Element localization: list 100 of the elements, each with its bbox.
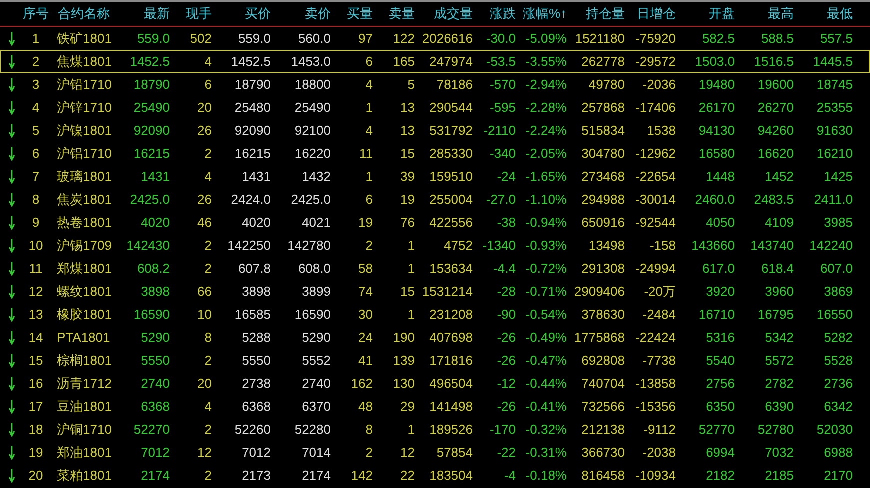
table-cell-text: 92090 [234,122,271,140]
table-cell-text: -53.5 [486,52,516,71]
table-cell-text: 1538 [647,122,676,140]
table-cell-text: -26 [497,328,516,347]
table-cell-text: -0.94% [526,214,567,232]
table-cell-text: 2026616 [422,30,473,48]
table-cell-text: 5 [408,76,415,94]
table-cell-text: 559.0 [238,30,271,48]
table-cell-text: 沪锌1710 [57,98,112,117]
table-cell-text: 4020 [242,214,271,232]
column-header[interactable]: 日增仓 [637,4,676,24]
table-row[interactable]: 3 沪铅1710 18790 6 18790 18800 4 5 78186 -570 -2.94% 49780 -2036 19480 19600 18745 [0,73,870,96]
table-cell-text: 559.0 [137,30,170,48]
column-header[interactable]: 成交量 [434,4,473,24]
table-cell-text: 2483.5 [754,190,794,209]
table-cell-text: 16620 [758,144,794,163]
down-arrow-icon [8,100,14,114]
table-row[interactable]: 6 沪铝1710 16215 2 16215 16220 11 15 285330 -340 -2.05% 304780 -12962 16580 16620 16210 [0,142,870,165]
column-header[interactable]: 最新 [144,4,170,24]
table-row[interactable]: 10 沪锡1709 142430 2 142250 142780 2 1 4752 -1340 -0.93% 13498 -158 143660 143740 142240 [0,234,870,257]
table-cell-text: 52780 [758,420,794,439]
table-row[interactable]: 18 沪铜1710 52270 2 52260 52280 8 1 189526 -170 -0.32% 212138 -9112 52770 52780 52030 [0,418,870,441]
table-cell-text: 1445.5 [813,52,853,71]
table-cell-text: 10 [28,236,44,255]
table-row[interactable]: 4 沪锌1710 25490 20 25480 25490 1 13 290544 -595 -2.28% 257868 -17406 26170 26270 25355 [0,96,870,119]
table-row[interactable]: 17 豆油1801 6368 4 6368 6370 48 29 141498 -26 -0.41% 732566 -15356 6350 6390 6342 [0,395,870,418]
column-header[interactable]: 最高 [768,4,794,24]
column-header[interactable]: 卖价 [305,4,331,24]
table-cell-text: 6 [204,76,212,94]
table-cell-text: 沪铅1710 [57,76,112,94]
column-header[interactable]: 合约名称 [58,4,110,24]
down-arrow-icon [8,238,14,252]
table-row[interactable]: 1 铁矿1801 559.0 502 559.0 560.0 97 122 2026616 -30.0 -5.09% 1521180 -75920 582.5 588.5 557.5 [0,27,870,50]
table-cell-text: 1 [408,236,415,255]
table-cell-text: 52280 [294,420,331,439]
table-cell-text: 49780 [588,76,625,94]
table-cell-text: 1521180 [575,30,625,48]
table-row[interactable]: 15 棕榈1801 5550 2 5550 5552 41 139 171816 -26 -0.47% 692808 -7738 5540 5572 5528 [0,349,870,372]
table-cell-text: 7 [32,168,40,186]
table-row[interactable]: 14 PTA1801 5290 8 5288 5290 24 190 407698 -26 -0.49% 1775868 -22424 5316 5342 5282 [0,326,870,349]
column-header[interactable]: 开盘 [709,4,735,24]
table-row[interactable]: 5 沪镍1801 92090 26 92090 92100 4 13 531792 -2110 -2.24% 515834 1538 94130 94260 91630 [0,119,870,142]
table-row[interactable]: 8 焦炭1801 2425.0 26 2424.0 2425.0 6 19 255004 -27.0 -1.10% 294988 -30014 2460.0 2483.5 2411.0 [0,188,870,211]
table-row[interactable]: 2 焦煤1801 1452.5 4 1452.5 1453.0 6 165 247974 -53.5 -3.55% 262778 -29572 1503.0 1516.5 1445.5 [0,50,870,73]
table-cell-text: 14 [28,328,44,347]
column-header[interactable]: 买价 [245,4,271,24]
column-header[interactable]: 涨幅%↑ [522,4,567,24]
table-cell-text: 18790 [134,76,170,94]
table-cell-text: 19480 [698,76,735,94]
table-cell-text: -2110 [484,122,516,140]
table-row[interactable]: 13 橡胶1801 16590 10 16585 16590 30 1 231208 -90 -0.54% 378630 -2484 16710 16795 16550 [0,303,870,326]
table-cell-text: 郑煤1801 [57,260,112,278]
column-header[interactable]: 持仓量 [586,4,625,24]
table-row[interactable]: 9 热卷1801 4020 46 4020 4021 19 76 422556 -38 -0.94% 650916 -92544 4050 4109 3985 [0,211,870,234]
table-cell-text: 16215 [134,144,170,163]
table-cell-text: 2173 [242,466,271,485]
table-cell-text: 143740 [750,236,794,255]
table-cell-text: 5550 [141,352,170,370]
table-cell-text: 1431 [141,168,170,186]
table-cell-text: -24994 [636,260,676,278]
table-cell-text: 6368 [242,398,271,416]
table-cell-text: 732566 [582,398,625,416]
table-cell-text: 255004 [430,190,473,209]
column-header[interactable]: 卖量 [389,4,415,24]
table-row[interactable]: 11 郑煤1801 608.2 2 607.8 608.0 58 1 153634 -4.4 -0.72% 291308 -24994 617.0 618.4 607.0 [0,257,870,280]
table-cell-text: 52030 [816,420,853,439]
table-cell-text: 13 [400,98,415,117]
table-row[interactable]: 16 沥青1712 2740 20 2738 2740 162 130 496504 -12 -0.44% 740704 -13858 2756 2782 2736 [0,372,870,395]
down-arrow-icon [8,400,14,414]
table-cell-text: 58 [358,260,373,278]
table-row[interactable]: 12 螺纹1801 3898 66 3898 3899 74 15 1531214 -28 -0.71% 2909406 -20万 3920 3960 3869 [0,280,870,303]
table-cell-text: 1452 [765,168,794,186]
column-header[interactable]: 序号 [23,4,49,24]
table-cell-text: 玻璃1801 [57,168,112,186]
column-header[interactable]: 买量 [347,4,373,24]
table-cell-text: 19 [358,214,373,232]
table-cell-text: -22424 [636,328,676,347]
table-cell-text: 1775868 [574,328,625,347]
column-header[interactable]: 涨跌 [490,4,516,24]
table-cell-text: 15 [28,352,44,370]
table-cell-text: 13 [400,122,415,140]
down-arrow-icon [8,216,14,230]
column-header[interactable]: 现手 [186,4,212,24]
table-cell-text: 2740 [302,374,331,393]
table-cell-text: 618.4 [761,260,794,278]
table-cell-text: 1516.5 [754,52,794,71]
table-cell-text: 378630 [582,306,625,324]
table-cell-text: 142250 [228,236,271,255]
column-header[interactable]: 最低 [827,4,853,24]
table-cell-text: 5290 [141,328,170,347]
table-cell-text: 39 [400,168,415,186]
table-cell-text: 3899 [302,282,331,301]
table-row[interactable]: 19 郑油1801 7012 12 7012 7014 2 12 57854 -22 -0.31% 366730 -2038 6994 7032 6988 [0,441,870,464]
table-row[interactable]: 20 菜粕1801 2174 2 2173 2174 142 22 183504 -4 -0.18% 816458 -10934 2182 2185 2170 [0,464,870,487]
table-cell-text: 2425.0 [130,190,170,209]
table-cell-text: 17 [28,398,44,416]
table-row[interactable]: 7 玻璃1801 1431 4 1431 1432 1 39 159510 -24 -1.65% 273468 -22654 1448 1452 1425 [0,165,870,188]
table-cell-text: 122 [393,30,415,48]
table-cell-text: 502 [190,30,212,48]
table-cell-text: 6368 [141,398,170,416]
